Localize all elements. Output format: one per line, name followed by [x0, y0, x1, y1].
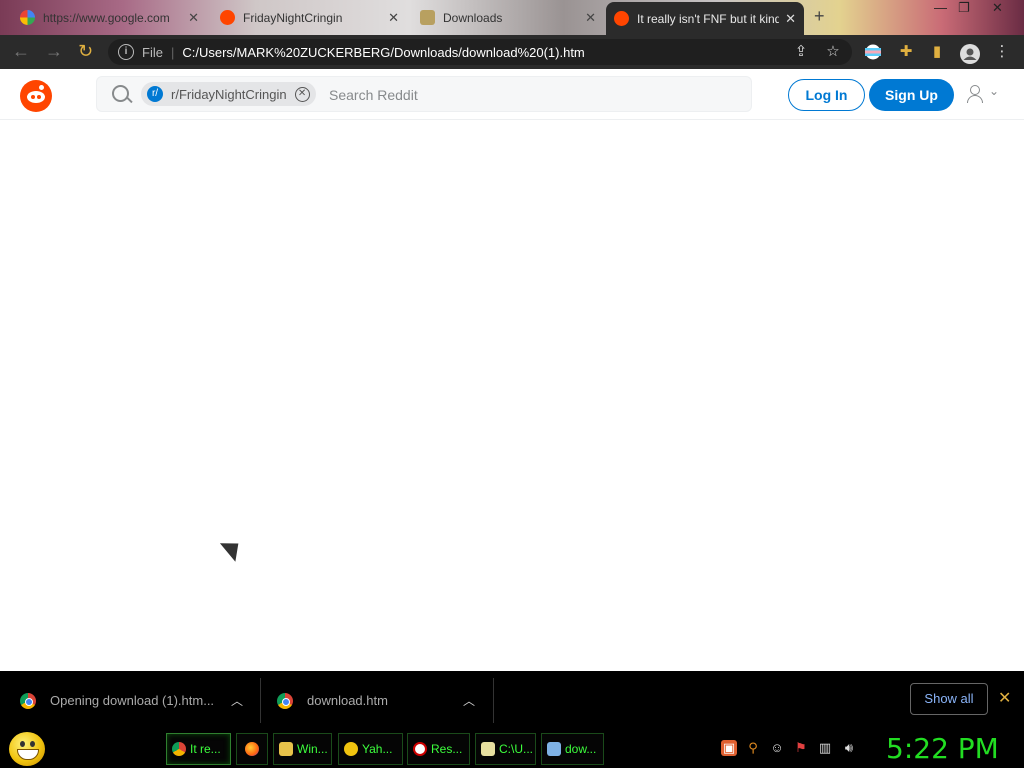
close-window-icon[interactable]: ✕: [992, 0, 1003, 16]
share-icon[interactable]: ⇪: [793, 44, 809, 60]
tab-active-reddit-post[interactable]: It really isn't FNF but it kinda ✕: [606, 2, 804, 35]
chevron-up-icon[interactable]: ︿: [463, 692, 475, 709]
reddit-icon: [614, 11, 629, 26]
tray-app-icon[interactable]: ▣: [721, 740, 737, 756]
taskbar-button-label: Res...: [431, 742, 463, 756]
download-item-label: Opening download (1).htm...: [50, 693, 215, 708]
new-tab-button[interactable]: +: [814, 6, 825, 27]
file-label: File: [142, 44, 163, 60]
tab-title: Downloads: [443, 10, 503, 25]
taskbar-button-notepad[interactable]: C:\U...: [475, 733, 536, 765]
tray-flag-icon[interactable]: ⚑: [793, 740, 809, 756]
taskbar: It re... Win... Yah... Res... C:\U... do…: [0, 730, 1024, 768]
taskbar-button-label: Win...: [297, 742, 328, 756]
taskbar-button-windows-explorer[interactable]: Win...: [273, 733, 332, 765]
tray-volume-icon[interactable]: 🔊︎: [841, 740, 857, 756]
chevron-up-icon[interactable]: ︿: [231, 692, 243, 709]
browser-toolbar: ← → ↻ i File | C:/Users/MARK%20ZUCKERBER…: [0, 35, 1024, 69]
search-input[interactable]: Search Reddit: [329, 87, 418, 103]
taskbar-button-restricted[interactable]: Res...: [407, 733, 470, 765]
chrome-file-icon: [277, 692, 293, 709]
taskbar-button-download-image[interactable]: dow...: [541, 733, 604, 765]
extension-flag-icon[interactable]: [865, 44, 881, 60]
tray-messenger-icon[interactable]: ☺: [769, 740, 785, 756]
close-tab-icon[interactable]: ✕: [388, 10, 399, 26]
reddit-search-bar[interactable]: r/ r/FridayNightCringin ✕ Search Reddit: [96, 76, 752, 112]
address-separator: |: [170, 44, 175, 60]
yahoo-messenger-icon: [344, 742, 358, 756]
tab-google[interactable]: https://www.google.com ✕: [12, 2, 207, 33]
reddit-header: r/ r/FridayNightCringin ✕ Search Reddit …: [0, 69, 1024, 120]
side-panel-icon[interactable]: ▮: [929, 44, 945, 60]
sign-up-button[interactable]: Sign Up: [869, 79, 954, 111]
reload-icon[interactable]: ↻: [78, 41, 93, 62]
close-tab-icon[interactable]: ✕: [785, 11, 796, 27]
taskbar-button-firefox[interactable]: [236, 733, 268, 765]
start-button-smiley-icon[interactable]: [9, 732, 45, 766]
maximize-icon[interactable]: ❐: [958, 0, 970, 16]
show-all-button[interactable]: Show all: [910, 683, 988, 715]
folder-icon: [279, 742, 293, 756]
downloads-icon: [420, 10, 435, 25]
reddit-icon: [220, 10, 235, 25]
back-arrow-icon[interactable]: ←: [12, 41, 30, 62]
tab-strip: https://www.google.com ✕ FridayNightCrin…: [0, 0, 1024, 35]
forward-arrow-icon[interactable]: →: [45, 41, 63, 62]
minimize-icon[interactable]: —: [934, 0, 947, 15]
chrome-icon: [172, 742, 186, 756]
google-icon: [20, 10, 35, 25]
url-text[interactable]: C:/Users/MARK%20ZUCKERBERG/Downloads/dow…: [182, 45, 584, 60]
tab-downloads[interactable]: Downloads ✕: [412, 2, 604, 33]
notepad-icon: [481, 742, 495, 756]
download-item-label: download.htm: [307, 693, 388, 708]
taskbar-button-label: C:\U...: [499, 742, 534, 756]
subreddit-icon: r/: [147, 86, 163, 102]
community-filter-chip[interactable]: r/ r/FridayNightCringin ✕: [141, 82, 316, 106]
profile-avatar-icon[interactable]: [960, 44, 980, 64]
reddit-logo-icon[interactable]: [20, 80, 52, 112]
log-in-button[interactable]: Log In: [788, 79, 865, 111]
address-bar[interactable]: i File | C:/Users/MARK%20ZUCKERBERG/Down…: [108, 39, 852, 65]
tab-title: FridayNightCringin: [243, 10, 343, 25]
taskbar-button-label: dow...: [565, 742, 597, 756]
taskbar-button-label: It re...: [190, 742, 221, 756]
clear-chip-icon[interactable]: ✕: [294, 86, 310, 102]
community-chip-label: r/FridayNightCringin: [171, 86, 287, 102]
extensions-puzzle-icon[interactable]: ✚: [898, 44, 914, 60]
no-entry-icon: [413, 742, 427, 756]
image-file-icon: [547, 742, 561, 756]
chrome-file-icon: [20, 692, 36, 709]
close-icon[interactable]: ✕: [998, 688, 1011, 708]
tray-search-icon[interactable]: ⚲: [745, 740, 761, 756]
divider: [493, 678, 494, 723]
firefox-icon: [245, 742, 259, 756]
taskbar-button-yahoo-messenger[interactable]: Yah...: [338, 733, 403, 765]
info-icon[interactable]: i: [118, 44, 134, 60]
tab-title: https://www.google.com: [43, 10, 170, 25]
user-icon: [970, 85, 980, 95]
download-item[interactable]: download.htm ︿: [277, 671, 482, 730]
search-icon: [112, 85, 129, 102]
close-tab-icon[interactable]: ✕: [585, 10, 596, 26]
chevron-down-icon: ⌄: [989, 84, 1000, 98]
tab-fridaynightcringin[interactable]: FridayNightCringin ✕: [212, 2, 407, 33]
taskbar-button-chrome[interactable]: It re...: [166, 733, 231, 765]
page-content-blank: [0, 120, 1024, 671]
divider: [260, 678, 261, 723]
browser-menu-icon[interactable]: ⋮: [994, 44, 1010, 60]
tray-network-icon[interactable]: ▥: [817, 740, 833, 756]
tab-title: It really isn't FNF but it kinda: [637, 11, 780, 26]
user-menu-dropdown[interactable]: ⌄: [964, 84, 1004, 106]
taskbar-button-label: Yah...: [362, 742, 393, 756]
download-shelf: Opening download (1).htm... ︿ download.h…: [0, 671, 1024, 730]
close-tab-icon[interactable]: ✕: [188, 10, 199, 26]
taskbar-clock[interactable]: 5:22 PM: [886, 732, 999, 765]
bookmark-star-icon[interactable]: ☆: [825, 44, 841, 60]
download-item[interactable]: Opening download (1).htm... ︿: [20, 671, 250, 730]
